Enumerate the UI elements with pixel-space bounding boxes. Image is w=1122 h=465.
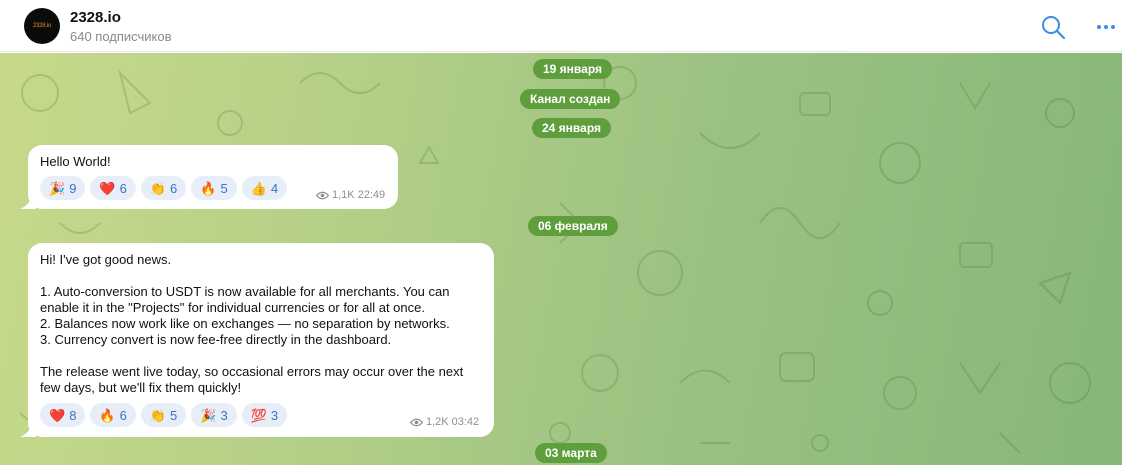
message-text: Hi! I've got good news. 1. Auto-conversi… (40, 252, 464, 395)
view-count: 1,1K (332, 189, 355, 201)
message-meta: 1,2K 03:42 (410, 416, 479, 428)
reaction-count: 4 (270, 180, 279, 196)
fire-icon: 🔥 (200, 180, 217, 196)
reaction-count: 6 (170, 180, 178, 196)
reaction-count: 9 (69, 180, 77, 196)
eye-icon (410, 418, 423, 426)
chat-history[interactable]: 19 января Канал создан 24 января Hello W… (0, 53, 1122, 465)
service-message-channel-created: Канал создан (520, 89, 621, 109)
reaction-count: 6 (119, 407, 127, 423)
reaction-clap[interactable]: 👏 5 (140, 403, 187, 427)
reaction-count: 5 (220, 180, 228, 196)
reaction-party[interactable]: 🎉 9 (40, 176, 86, 200)
view-count: 1,2K (426, 416, 449, 428)
message-time: 03:42 (451, 416, 480, 428)
reaction-count: 6 (119, 180, 127, 196)
reactions-bar: 🎉 9 ❤️ 6 👏 6 🔥 5 👍 4 (40, 176, 288, 200)
message-time: 22:49 (357, 189, 386, 201)
subscriber-count: 640 подписчиков (70, 29, 172, 44)
message-meta: 1,1K 22:49 (316, 189, 385, 201)
reaction-fire[interactable]: 🔥 5 (191, 176, 237, 200)
reaction-hundred[interactable]: 💯 3 (241, 403, 288, 427)
heart-icon: ❤️ (49, 407, 66, 423)
reaction-thumbs-up[interactable]: 👍 4 (241, 176, 288, 200)
channel-title[interactable]: 2328.io (70, 9, 121, 26)
hundred-points-icon: 💯 (250, 407, 267, 423)
channel-avatar[interactable]: 2328.io (24, 8, 60, 44)
date-separator: 24 января (532, 118, 611, 138)
reaction-count: 3 (270, 407, 279, 423)
reaction-party[interactable]: 🎉 3 (191, 403, 237, 427)
reaction-fire[interactable]: 🔥 6 (90, 403, 136, 427)
chat-header: 2328.io 2328.io 640 подписчиков (0, 0, 1122, 52)
reaction-count: 8 (69, 407, 77, 423)
heart-icon: ❤️ (99, 180, 116, 196)
party-popper-icon: 🎉 (200, 407, 217, 423)
clapping-hands-icon: 👏 (149, 407, 167, 423)
thumbs-up-icon: 👍 (250, 180, 267, 196)
date-separator: 06 февраля (528, 216, 618, 236)
eye-icon (316, 191, 329, 199)
message-text: Hello World! (40, 154, 111, 169)
reaction-count: 5 (170, 407, 178, 423)
date-separator: 19 января (533, 59, 612, 79)
reaction-clap[interactable]: 👏 6 (140, 176, 187, 200)
reaction-heart[interactable]: ❤️ 6 (90, 176, 136, 200)
date-separator: 03 марта (535, 443, 607, 463)
reaction-heart[interactable]: ❤️ 8 (40, 403, 86, 427)
avatar-label: 2328.io (32, 23, 52, 29)
search-icon[interactable] (1040, 14, 1066, 40)
party-popper-icon: 🎉 (49, 180, 66, 196)
fire-icon: 🔥 (99, 407, 116, 423)
reactions-bar: ❤️ 8 🔥 6 👏 5 🎉 3 💯 3 (40, 403, 288, 427)
clapping-hands-icon: 👏 (149, 180, 167, 196)
more-vertical-icon[interactable] (1095, 16, 1117, 38)
reaction-count: 3 (220, 407, 228, 423)
